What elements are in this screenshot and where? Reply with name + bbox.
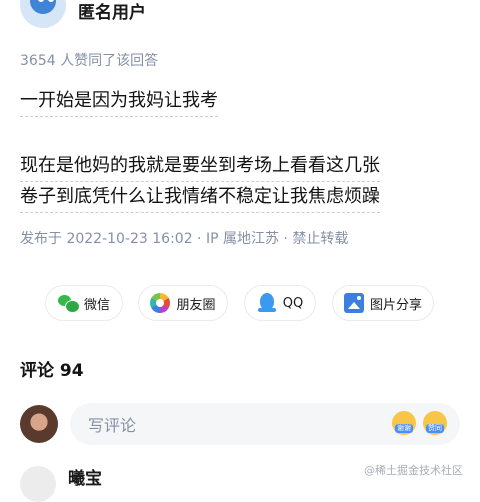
comments-title: 评论 94 (20, 361, 84, 381)
share-image-button[interactable]: 图片分享 (332, 285, 434, 321)
current-user-avatar (20, 405, 58, 443)
share-wechat-button[interactable]: 微信 (45, 285, 123, 321)
image-icon (343, 293, 364, 313)
answer-paragraph-2: 现在是他妈的我就是要坐到考场上看看这几张 卷子到底凭什么让我情绪不稳定让我焦虑烦… (20, 151, 380, 213)
thanks-emoji-button[interactable]: 谢谢 (392, 411, 416, 435)
answer-line: 卷子到底凭什么让我情绪不稳定让我焦虑烦躁 (20, 182, 380, 213)
share-image-label: 图片分享 (369, 297, 422, 313)
agree-emoji-label: 赞同 (426, 424, 444, 433)
upvote-count: 3654 人赞同了该回答 (20, 53, 159, 69)
comment-input-placeholder: 写评论 (88, 416, 137, 435)
anonymous-avatar-icon (30, 0, 56, 14)
share-qq-button[interactable]: QQ (244, 285, 316, 321)
qq-icon (257, 293, 277, 313)
watermark: @稀土掘金技术社区 (364, 464, 463, 477)
wechat-icon (57, 293, 80, 313)
moments-icon (150, 293, 171, 313)
commenter-avatar[interactable] (20, 466, 56, 502)
share-qq-label: QQ (282, 295, 304, 311)
answer-paragraph-1: 一开始是因为我妈让我考 (20, 86, 218, 117)
author-avatar[interactable] (20, 0, 66, 28)
share-wechat-label: 微信 (83, 297, 110, 313)
author-name[interactable]: 匿名用户 (78, 0, 146, 23)
answer-line: 现在是他妈的我就是要坐到考场上看看这几张 (20, 151, 380, 182)
share-moments-button[interactable]: 朋友圈 (138, 285, 228, 321)
share-moments-label: 朋友圈 (176, 297, 216, 313)
thanks-emoji-label: 谢谢 (395, 424, 413, 433)
agree-emoji-button[interactable]: 赞同 (423, 411, 447, 435)
publish-info: 发布于 2022-10-23 16:02 · IP 属地江苏 · 禁止转载 (20, 231, 349, 247)
answer-line: 一开始是因为我妈让我考 (20, 86, 218, 117)
commenter-name[interactable]: 曦宝 (68, 464, 102, 489)
